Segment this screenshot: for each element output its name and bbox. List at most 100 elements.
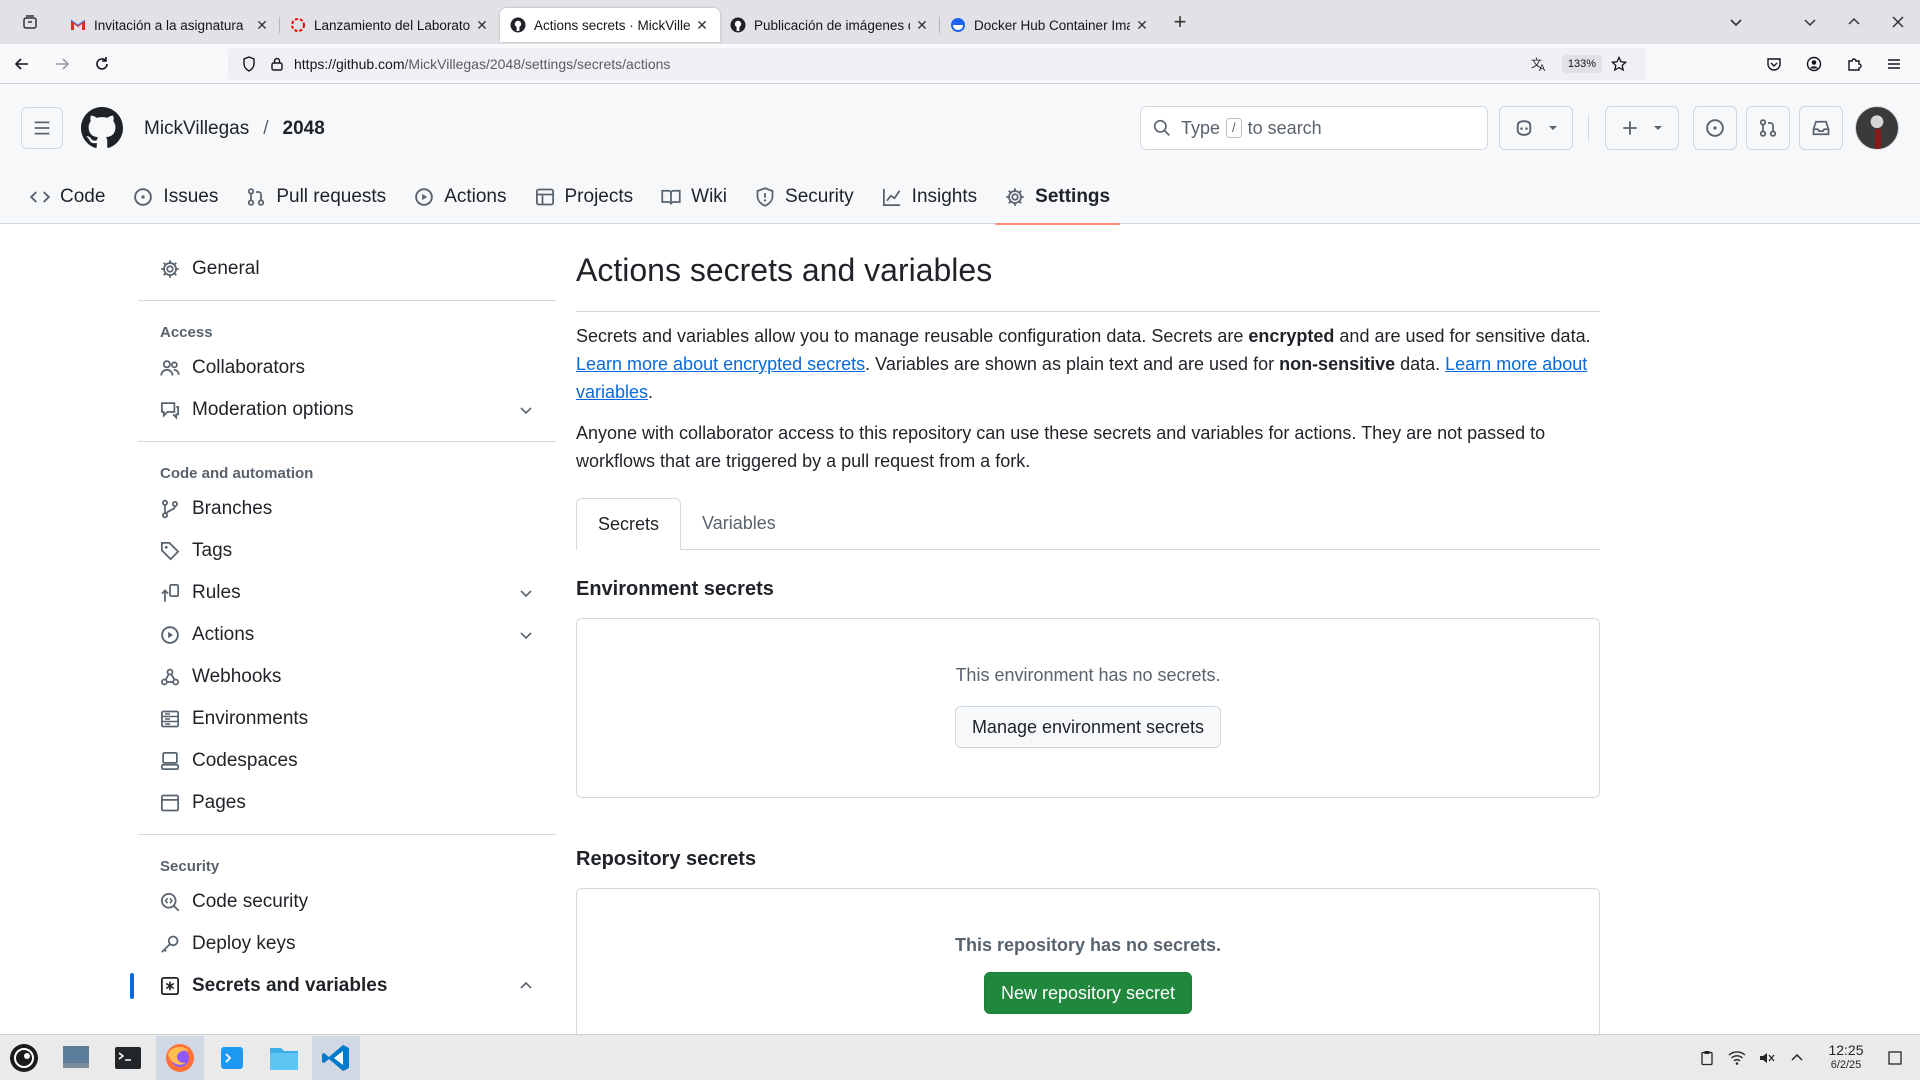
clipboard-icon[interactable] <box>1692 1050 1722 1066</box>
new-tab-button[interactable]: + <box>1160 0 1200 44</box>
github-logo-link[interactable] <box>81 107 123 149</box>
sidebar-item-codespaces[interactable]: Codespaces <box>138 740 556 782</box>
show-desktop-button[interactable] <box>52 1036 100 1080</box>
sidebar-item-collaborators[interactable]: Collaborators <box>138 347 556 389</box>
close-tab-icon[interactable]: ✕ <box>914 17 930 33</box>
browser-tab-publicacion[interactable]: Publicación de imágenes d ✕ <box>720 8 940 42</box>
tracking-protection-icon[interactable] <box>238 55 260 72</box>
repo-link[interactable]: 2048 <box>283 118 325 140</box>
browser-tab-github-secrets[interactable]: Actions secrets · MickVilleg ✕ <box>500 8 720 42</box>
sidebar-item-environments[interactable]: Environments <box>138 698 556 740</box>
search-input[interactable]: Type / to search <box>1140 106 1488 150</box>
sidebar-item-label: Branches <box>192 498 273 519</box>
opensuse-logo-icon <box>10 1043 38 1072</box>
close-icon <box>1892 16 1904 28</box>
manage-environment-secrets-button[interactable]: Manage environment secrets <box>954 706 1222 748</box>
sidebar-item-moderation-options[interactable]: Moderation options <box>138 389 556 431</box>
copilot-button[interactable] <box>1499 106 1573 150</box>
owner-link[interactable]: MickVillegas <box>144 118 249 140</box>
sidebar-item-webhooks[interactable]: Webhooks <box>138 656 556 698</box>
browser-tab-redhat[interactable]: Lanzamiento del Laborato ✕ <box>280 8 500 42</box>
bookmark-star-icon[interactable] <box>1608 55 1630 72</box>
sidebar-item-code-security[interactable]: Code security <box>138 881 556 923</box>
close-tab-icon[interactable]: ✕ <box>1134 17 1150 33</box>
firefox-app[interactable] <box>156 1035 204 1080</box>
browser-tab-dockerhub[interactable]: Docker Hub Container Ima ✕ <box>940 8 1160 42</box>
clock[interactable]: 12:25 6/2/25 <box>1818 1042 1874 1073</box>
terminal-icon <box>115 1046 141 1069</box>
tab-settings[interactable]: Settings <box>993 169 1122 225</box>
learn-more-encrypted-secrets-link[interactable]: Learn more about encrypted secrets <box>576 354 865 374</box>
repository-secrets-blankslate: This repository has no secrets. New repo… <box>576 888 1600 1048</box>
extensions-button[interactable] <box>1836 48 1872 80</box>
sidebar-item-branches[interactable]: Branches <box>138 488 556 530</box>
inbox-button[interactable] <box>1799 106 1843 150</box>
tab-pull-requests[interactable]: Pull requests <box>234 169 398 224</box>
lock-icon[interactable] <box>266 57 288 71</box>
chevron-down-icon[interactable] <box>518 627 534 643</box>
show-desktop-icon[interactable] <box>1880 1050 1910 1066</box>
github-header: MickVillegas / 2048 Type / to search Cod… <box>0 85 1920 225</box>
pocket-button[interactable] <box>1756 48 1792 80</box>
tab-insights[interactable]: Insights <box>870 169 989 224</box>
secrets-variables-tabs: Secrets Variables <box>576 498 1600 550</box>
issues-button[interactable] <box>1693 106 1737 150</box>
volume-muted-icon[interactable] <box>1752 1050 1782 1066</box>
gear-icon <box>160 259 182 279</box>
account-button[interactable] <box>1796 48 1832 80</box>
close-tab-icon[interactable]: ✕ <box>694 17 710 33</box>
tab-overview-button[interactable] <box>0 0 60 44</box>
tab-code[interactable]: Code <box>18 169 117 224</box>
global-nav-menu-button[interactable] <box>21 107 63 149</box>
sidebar-item-deploy-keys[interactable]: Deploy keys <box>138 923 556 965</box>
sidebar-item-secrets-and-variables[interactable]: Secrets and variables <box>130 965 556 1007</box>
chevron-down-icon[interactable] <box>518 585 534 601</box>
tab-security[interactable]: Security <box>743 169 866 224</box>
sidebar-item-tags[interactable]: Tags <box>138 530 556 572</box>
tab-secrets[interactable]: Secrets <box>576 498 682 550</box>
file-manager-app[interactable] <box>260 1036 308 1080</box>
rules-icon <box>160 583 182 603</box>
translate-icon[interactable]: 文A <box>1528 56 1550 72</box>
sidebar-item-pages[interactable]: Pages <box>138 782 556 824</box>
list-all-tabs-button[interactable] <box>1714 0 1758 44</box>
sidebar-item-rules[interactable]: Rules <box>138 572 556 614</box>
reload-button[interactable] <box>84 48 120 80</box>
minimize-button[interactable] <box>1788 0 1832 44</box>
avatar[interactable] <box>1855 106 1899 150</box>
chevron-up-icon[interactable] <box>518 978 534 994</box>
tab-actions[interactable]: Actions <box>402 169 518 224</box>
search-shortcut-key: / <box>1226 118 1242 138</box>
new-repository-secret-button[interactable]: New repository secret <box>983 972 1193 1014</box>
close-tab-icon[interactable]: ✕ <box>474 17 490 33</box>
tab-issues[interactable]: Issues <box>121 169 230 224</box>
url-bar[interactable]: https://github.com/MickVillegas/2048/set… <box>228 47 1646 80</box>
app-menu-button[interactable] <box>1876 48 1912 80</box>
search-icon <box>1153 119 1170 136</box>
url-host: https://github.com <box>294 55 405 72</box>
browser-tab-gmail[interactable]: Invitación a la asignatura ✕ <box>60 8 280 42</box>
chevron-down-icon[interactable] <box>518 402 534 418</box>
sidebar-item-label: Environments <box>192 708 309 729</box>
zoom-level[interactable]: 133% <box>1561 54 1602 73</box>
application-launcher-button[interactable] <box>0 1036 48 1080</box>
pull-requests-button[interactable] <box>1746 106 1790 150</box>
sidebar-item-general[interactable]: General <box>138 248 556 290</box>
tab-variables[interactable]: Variables <box>681 497 797 549</box>
tab-label: Actions <box>444 185 507 207</box>
close-window-button[interactable] <box>1876 0 1920 44</box>
wifi-icon[interactable] <box>1722 1050 1752 1066</box>
tab-projects[interactable]: Projects <box>523 169 646 224</box>
chevron-up-icon[interactable] <box>1782 1051 1812 1065</box>
maximize-button[interactable] <box>1832 0 1876 44</box>
konsole-app[interactable] <box>208 1036 256 1080</box>
close-tab-icon[interactable]: ✕ <box>254 17 270 33</box>
terminal-app[interactable] <box>104 1036 152 1080</box>
sidebar-item-actions[interactable]: Actions <box>138 614 556 656</box>
sidebar-item-label: Webhooks <box>192 666 282 687</box>
vscode-app[interactable] <box>312 1035 360 1080</box>
back-button[interactable] <box>4 48 40 80</box>
create-new-button[interactable] <box>1605 106 1679 150</box>
forward-button[interactable] <box>44 48 80 80</box>
tab-wiki[interactable]: Wiki <box>649 169 739 224</box>
